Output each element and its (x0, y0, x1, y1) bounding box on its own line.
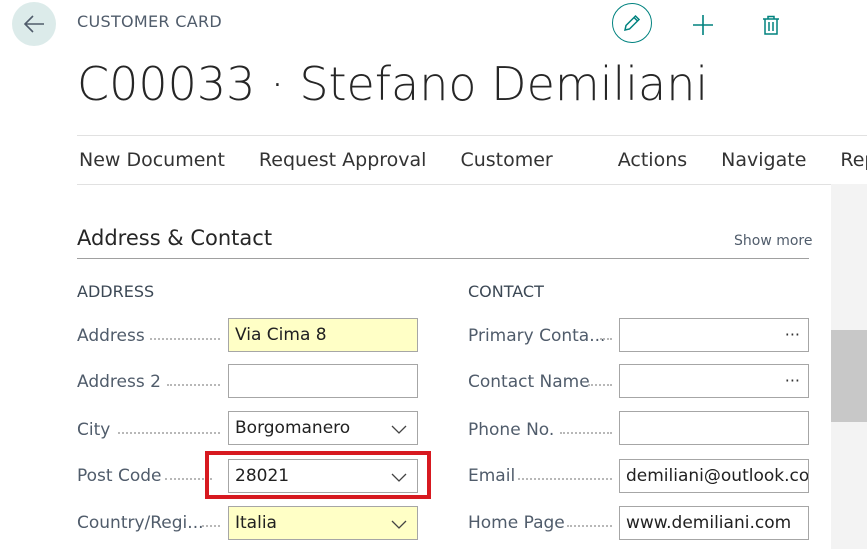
leader-dots (588, 384, 612, 386)
page-title: C00033 · Stefano Demiliani (77, 57, 709, 111)
contact-name-field[interactable]: ··· (619, 364, 809, 398)
city-dropdown[interactable]: Borgomanero (228, 411, 418, 445)
city-value: Borgomanero (235, 418, 351, 438)
address-2-field[interactable] (228, 364, 418, 398)
email-value: demiliani@outlook.com (626, 466, 809, 486)
vertical-scrollbar[interactable] (831, 184, 867, 549)
leader-dots (202, 525, 220, 527)
email-field[interactable]: demiliani@outlook.com (619, 459, 809, 493)
action-customer[interactable]: Customer (460, 149, 552, 171)
leader-dots (118, 432, 220, 434)
leader-dots (560, 432, 612, 434)
ellipsis-icon[interactable]: ··· (785, 371, 800, 390)
pencil-icon (624, 14, 641, 31)
country-region-value: Italia (235, 513, 277, 533)
leader-dots (150, 338, 220, 340)
city-label[interactable]: City (77, 420, 110, 440)
leader-dots (567, 525, 612, 527)
address-group-caption: ADDRESS (77, 282, 155, 301)
home-page-label[interactable]: Home Page (468, 513, 565, 533)
action-actions[interactable]: Actions (618, 149, 687, 171)
phone-no-label[interactable]: Phone No. (468, 420, 554, 440)
address-value: Via Cima 8 (235, 325, 327, 345)
scrollbar-thumb[interactable] (831, 330, 867, 422)
primary-contact-label[interactable]: Primary Conta... (468, 326, 605, 346)
action-request-approval[interactable]: Request Approval (259, 149, 427, 171)
section-title[interactable]: Address & Contact (77, 226, 272, 250)
action-report[interactable]: Report (840, 149, 867, 171)
action-bar: New Document Request Approval Customer A… (77, 135, 867, 185)
arrow-left-icon (23, 15, 44, 33)
edit-button[interactable] (612, 3, 652, 43)
country-region-dropdown[interactable]: Italia (228, 506, 418, 540)
home-page-value: www.demiliani.com (626, 513, 792, 533)
leader-dots (167, 384, 220, 386)
plus-icon (693, 15, 713, 35)
delete-button[interactable] (751, 5, 791, 45)
country-region-label[interactable]: Country/Regi... (77, 513, 204, 533)
action-new-document[interactable]: New Document (79, 149, 225, 171)
back-button[interactable] (12, 2, 56, 46)
leader-dots (518, 478, 612, 480)
show-more-link[interactable]: Show more (734, 233, 813, 249)
contact-name-label[interactable]: Contact Name (468, 372, 590, 392)
leader-dots (600, 338, 612, 340)
new-button[interactable] (683, 5, 723, 45)
action-navigate[interactable]: Navigate (721, 149, 806, 171)
section-divider (77, 258, 809, 259)
post-code-label[interactable]: Post Code (77, 466, 162, 486)
contact-group-caption: CONTACT (468, 282, 544, 301)
trash-icon (763, 15, 779, 35)
email-label[interactable]: Email (468, 466, 515, 486)
primary-contact-field[interactable]: ··· (619, 318, 809, 352)
home-page-field[interactable]: www.demiliani.com (619, 506, 809, 540)
ellipsis-icon[interactable]: ··· (785, 325, 800, 344)
page-kind-caption: CUSTOMER CARD (77, 12, 222, 31)
address-field[interactable]: Via Cima 8 (228, 318, 418, 352)
post-code-highlight-box (205, 451, 431, 499)
chevron-down-icon (391, 425, 407, 434)
address-label[interactable]: Address (77, 326, 145, 346)
phone-no-field[interactable] (619, 411, 809, 445)
address-2-label[interactable]: Address 2 (77, 372, 161, 392)
chevron-down-icon (391, 520, 407, 529)
